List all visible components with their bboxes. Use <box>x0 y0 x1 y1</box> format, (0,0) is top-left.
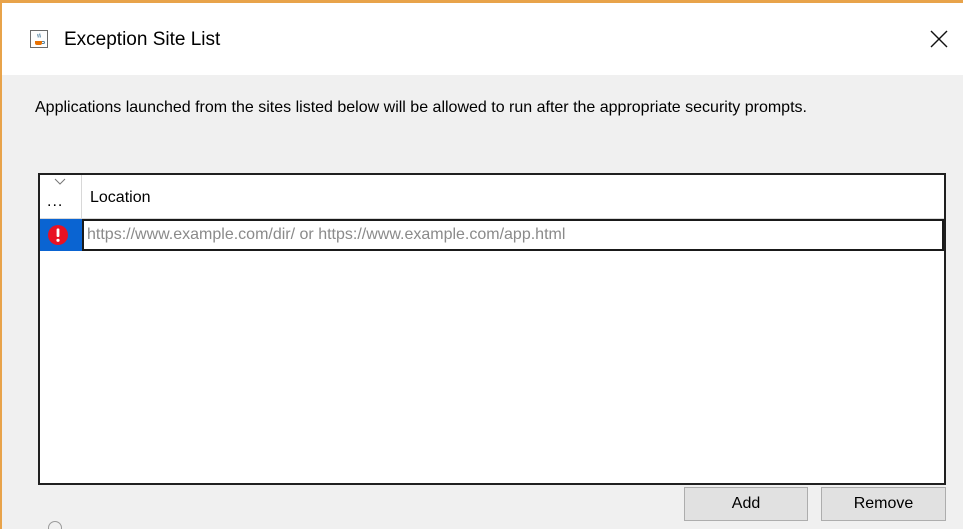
partial-radio-icon <box>48 521 62 529</box>
close-icon <box>930 30 948 48</box>
site-list-table[interactable]: ... Location <box>38 173 946 485</box>
description-text: Applications launched from the sites lis… <box>35 99 807 116</box>
window-accent-border-left <box>0 0 2 529</box>
close-button[interactable] <box>921 21 957 57</box>
remove-button[interactable]: Remove <box>821 487 946 521</box>
status-column-header[interactable]: ... <box>40 175 82 218</box>
error-icon <box>48 225 68 245</box>
java-cup-icon <box>30 30 48 48</box>
add-button[interactable]: Add <box>684 487 808 521</box>
window-title: Exception Site List <box>64 29 221 50</box>
location-column-header[interactable]: Location <box>90 189 151 207</box>
chevron-down-icon <box>54 178 66 185</box>
title-bar[interactable]: Exception Site List <box>2 3 963 75</box>
location-input[interactable] <box>82 219 944 251</box>
status-column-label: ... <box>47 193 64 210</box>
row-status-cell <box>40 219 82 251</box>
exception-site-list-dialog: Exception Site List Applications launche… <box>0 0 963 529</box>
table-row[interactable] <box>40 219 944 251</box>
table-header: ... Location <box>40 175 944 219</box>
